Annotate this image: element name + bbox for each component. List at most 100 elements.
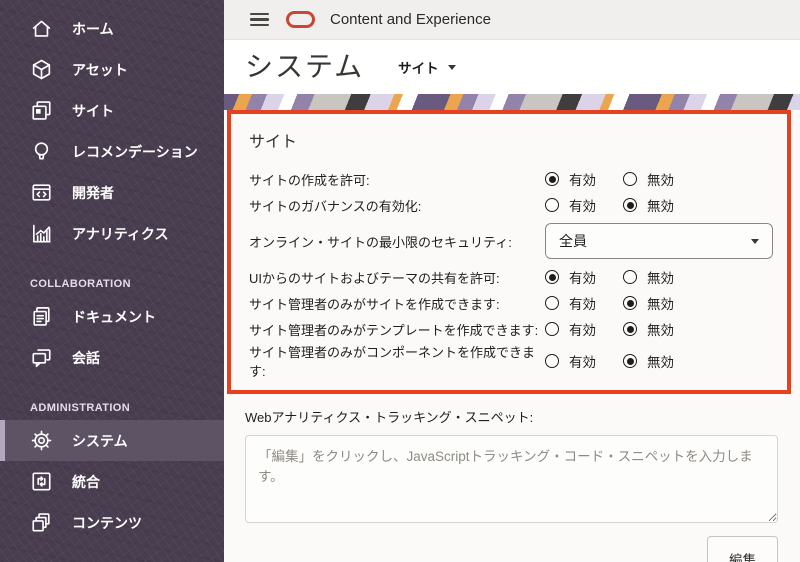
radio-enabled[interactable] (545, 270, 559, 284)
radio-option-enabled[interactable]: 有効 (545, 293, 596, 313)
sites-icon (29, 99, 53, 123)
app-window: ホーム アセット サイト レコメンデーション 開発者 アナリティクス COLLABORATI… (0, 0, 800, 562)
radio-label-enabled: 有効 (569, 355, 596, 370)
developer-icon (29, 181, 53, 205)
sidebar-item-label: アナリティクス (72, 225, 169, 242)
radio-disabled[interactable] (623, 296, 637, 310)
panel-heading: サイト (249, 134, 298, 151)
sidebar-item-developer[interactable]: 開発者 (0, 172, 224, 213)
sidebar: ホームアセットサイト レコメンデーション開発者アナリティクス COLLABORATI… (0, 0, 224, 562)
radio-disabled[interactable] (623, 172, 637, 186)
radio-option-enabled[interactable]: 有効 (545, 319, 596, 339)
analytics-snippet-section: Webアナリティクス・トラッキング・スニペット: 編集 (245, 407, 778, 562)
sidebar-item-label: 統合 (72, 473, 100, 490)
setting-row: オンライン・サイトの最小限のセキュリティ: 全員 (249, 223, 773, 259)
radio-label-enabled: 有効 (569, 323, 596, 338)
radio-option-disabled[interactable]: 無効 (623, 351, 674, 371)
sidebar-item-sites[interactable]: サイト (0, 90, 224, 131)
sidebar-item-label: 会話 (72, 349, 100, 366)
sidebar-item-label: ホーム (72, 20, 114, 37)
settings-rows: サイトの作成を許可: 有効 無効 サイトのガバナンスの有効化: 有効 無効 オンライン・サイ… (249, 166, 773, 380)
radio-option-disabled[interactable]: 無効 (623, 195, 674, 215)
radio-group: 有効 無効 (545, 293, 701, 313)
setting-label: オンライン・サイトの最小限のセキュリティ: (249, 234, 512, 250)
radio-enabled[interactable] (545, 354, 559, 368)
setting-row: サイト管理者のみがサイトを作成できます: 有効 無効 (249, 290, 773, 316)
chevron-down-icon (447, 64, 456, 70)
oracle-logo-icon (286, 11, 315, 28)
sidebar-section-label: COLLABORATION (30, 278, 131, 290)
sidebar-item-recommendations[interactable]: レコメンデーション (0, 131, 224, 172)
analytics-snippet-textarea[interactable] (245, 435, 778, 523)
radio-label-disabled: 無効 (647, 173, 674, 188)
banner (224, 88, 800, 110)
setting-label: UIからのサイトおよびテーマの共有を許可: (249, 270, 500, 286)
radio-enabled[interactable] (545, 172, 559, 186)
sidebar-item-analytics[interactable]: アナリティクス (0, 213, 224, 254)
radio-enabled[interactable] (545, 198, 559, 212)
radio-option-enabled[interactable]: 有効 (545, 195, 596, 215)
analytics-icon (29, 222, 53, 246)
radio-label-disabled: 無効 (647, 323, 674, 338)
titlebar: システム サイト (224, 40, 800, 88)
scope-selector-label: サイト (398, 61, 439, 76)
analytics-snippet-label: Webアナリティクス・トラッキング・スニペット: (245, 410, 534, 425)
setting-row: サイトの作成を許可: 有効 無効 (249, 166, 773, 192)
sidebar-item-label: アセット (72, 61, 128, 78)
sidebar-item-label: コンテンツ (72, 514, 142, 531)
radio-group: 有効 無効 (545, 351, 701, 371)
documents-icon (29, 305, 53, 329)
radio-option-enabled[interactable]: 有効 (545, 267, 596, 287)
sidebar-item-documents[interactable]: ドキュメント (0, 296, 224, 337)
scope-selector-dropdown[interactable]: サイト (398, 57, 456, 77)
content-area: サイト サイトの作成を許可: 有効 無効 サイトのガバナンスの有効化: 有効 無効 オンライ… (224, 110, 800, 562)
radio-disabled[interactable] (623, 322, 637, 336)
recommendations-icon (29, 140, 53, 164)
sidebar-item-content[interactable]: コンテンツ (0, 502, 224, 543)
radio-option-disabled[interactable]: 無効 (623, 319, 674, 339)
sidebar-item-integration[interactable]: 統合 (0, 461, 224, 502)
setting-label: サイト管理者のみがコンポーネントを作成できます: (249, 345, 536, 379)
radio-label-enabled: 有効 (569, 199, 596, 214)
setting-label: サイト管理者のみがテンプレートを作成できます: (249, 322, 539, 338)
radio-label-enabled: 有効 (569, 297, 596, 312)
radio-label-enabled: 有効 (569, 271, 596, 286)
content-icon (29, 511, 53, 535)
setting-label: サイトの作成を許可: (249, 172, 370, 188)
radio-enabled[interactable] (545, 322, 559, 336)
sidebar-item-label: システム (72, 432, 128, 449)
radio-enabled[interactable] (545, 296, 559, 310)
radio-option-disabled[interactable]: 無効 (623, 267, 674, 287)
radio-disabled[interactable] (623, 198, 637, 212)
radio-group: 有効 無効 (545, 267, 701, 287)
assets-icon (29, 58, 53, 82)
radio-option-disabled[interactable]: 無効 (623, 293, 674, 313)
radio-disabled[interactable] (623, 270, 637, 284)
system-icon (29, 429, 53, 453)
radio-group: 有効 無効 (545, 195, 701, 215)
setting-row: UIからのサイトおよびテーマの共有を許可: 有効 無効 (249, 264, 773, 290)
radio-option-enabled[interactable]: 有効 (545, 351, 596, 371)
sidebar-item-assets[interactable]: アセット (0, 49, 224, 90)
hamburger-menu-icon[interactable] (250, 12, 269, 27)
setting-row: サイト管理者のみがコンポーネントを作成できます: 有効 無効 (249, 342, 773, 380)
selected-indicator-bar (0, 420, 5, 461)
security-dropdown[interactable]: 全員 (545, 223, 773, 259)
sidebar-item-label: 開発者 (72, 184, 114, 201)
sidebar-item-home[interactable]: ホーム (0, 8, 224, 49)
topbar: Content and Experience (224, 0, 800, 40)
app-title: Content and Experience (330, 11, 491, 28)
radio-option-disabled[interactable]: 無効 (623, 169, 674, 189)
radio-label-disabled: 無効 (647, 297, 674, 312)
integration-icon (29, 470, 53, 494)
sidebar-item-conversations[interactable]: 会話 (0, 337, 224, 378)
sidebar-item-system[interactable]: システム (0, 420, 224, 461)
edit-button[interactable]: 編集 (707, 536, 778, 562)
setting-row: サイトのガバナンスの有効化: 有効 無効 (249, 192, 773, 218)
radio-label-disabled: 無効 (647, 199, 674, 214)
radio-label-disabled: 無効 (647, 355, 674, 370)
conversations-icon (29, 346, 53, 370)
radio-disabled[interactable] (623, 354, 637, 368)
radio-option-enabled[interactable]: 有効 (545, 169, 596, 189)
sidebar-section-label: ADMINISTRATION (30, 402, 131, 414)
